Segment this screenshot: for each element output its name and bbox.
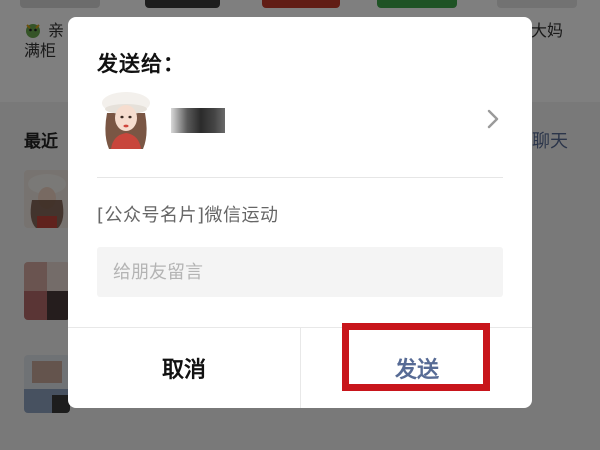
recipient-row[interactable]	[68, 85, 532, 153]
leave-message-input[interactable]	[97, 247, 503, 297]
divider	[97, 177, 503, 178]
chevron-right-icon	[487, 109, 499, 129]
recipient-name-redacted	[171, 108, 225, 133]
recipient-avatar	[97, 89, 155, 149]
shared-item-label: [公众号名片]微信运动	[97, 205, 279, 226]
cancel-button[interactable]: 取消	[68, 328, 300, 408]
send-button-highlight	[342, 323, 490, 391]
dialog-title: 发送给：	[97, 52, 185, 76]
